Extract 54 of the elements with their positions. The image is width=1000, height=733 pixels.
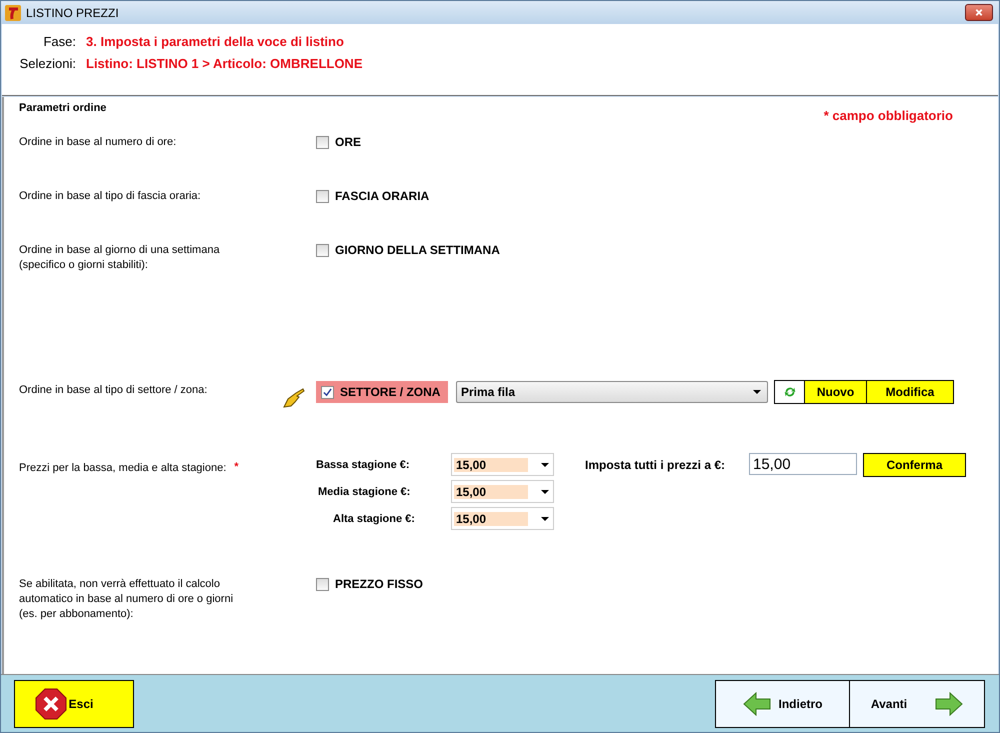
sector-dropdown[interactable]: Prima fila	[456, 381, 768, 403]
dropdown-value: Prima fila	[461, 385, 516, 399]
checkbox[interactable]	[321, 386, 334, 398]
refresh-icon	[782, 385, 796, 399]
app-logo-icon	[5, 4, 21, 20]
row-label: Ordine in base al numero di ore:	[19, 135, 176, 150]
price-combo[interactable]: 15,00	[451, 453, 554, 476]
exit-button[interactable]: Esci	[14, 680, 134, 728]
checkbox-label: GIORNO DELLA SETTIMANA	[335, 243, 500, 257]
toolbar-button[interactable]: Nuovo	[805, 381, 866, 403]
row-label: Prezzi per la bassa, media e alta stagione:	[19, 461, 226, 476]
price-combo[interactable]: 15,00	[451, 507, 554, 530]
phase-label: Fase:	[42, 34, 76, 48]
row-label: Se abilitata, non verrà effettuato il calcolo automatico in base al numero di ore o giorni (es. per abbonamento):	[19, 577, 234, 622]
price-value: 15,00	[454, 484, 528, 498]
row-label: Ordine in base al tipo di fascia oraria:	[19, 189, 201, 204]
price-value: 15,00	[454, 458, 528, 472]
close-icon	[974, 8, 984, 17]
checkbox-label: SETTORE / ZONA	[340, 385, 440, 399]
required-note: * campo obbligatorio	[824, 108, 953, 125]
checkbox[interactable]	[316, 190, 329, 202]
next-button[interactable]: Avanti	[850, 680, 985, 728]
season-label: Alta stagione €:	[332, 512, 416, 524]
row-label: Ordine in base al giorno di una settimana (specifico o giorni stabiliti):	[19, 243, 220, 273]
selections-text: Listino: LISTINO 1 > Articolo: OMBRELLONE	[86, 56, 362, 70]
row-label: Ordine in base al tipo di settore / zona:	[19, 383, 208, 398]
set-all-label: Imposta tutti i prezzi a €:	[585, 458, 726, 472]
dropdown-arrow-icon	[753, 390, 761, 394]
right-arrow-icon	[935, 692, 964, 716]
dropdown-arrow-icon	[541, 490, 549, 494]
season-label: Media stagione €:	[317, 486, 412, 498]
price-value: 15,00	[454, 512, 528, 526]
season-label: Bassa stagione €:	[316, 458, 411, 470]
left-arrow-icon	[742, 692, 770, 716]
checkbox-label: FASCIA ORARIA	[335, 189, 430, 203]
checkbox[interactable]	[316, 136, 329, 148]
checkbox[interactable]	[316, 244, 329, 256]
close-button[interactable]	[965, 4, 993, 21]
price-combo[interactable]: 15,00	[451, 480, 554, 503]
window-title: LISTINO PREZZI	[26, 6, 120, 20]
dropdown-arrow-icon	[541, 516, 549, 520]
section-title: Parametri ordine	[19, 102, 106, 116]
checkbox-label: ORE	[335, 135, 362, 149]
confirm-button[interactable]: Conferma	[863, 453, 966, 477]
back-button[interactable]: Indietro	[715, 680, 850, 728]
close-icon	[34, 688, 67, 720]
required-mark: *	[234, 461, 239, 475]
toolbar-button[interactable]: Modifica	[866, 381, 953, 403]
checkbox[interactable]	[316, 578, 329, 590]
selections-label: Selezioni:	[18, 56, 76, 70]
dropdown-arrow-icon	[541, 462, 549, 466]
price-input[interactable]: 15,00	[749, 453, 857, 475]
phase-text: 3. Imposta i parametri della voce di listino	[86, 34, 344, 48]
checkbox-label: PREZZO FISSO	[335, 577, 424, 591]
